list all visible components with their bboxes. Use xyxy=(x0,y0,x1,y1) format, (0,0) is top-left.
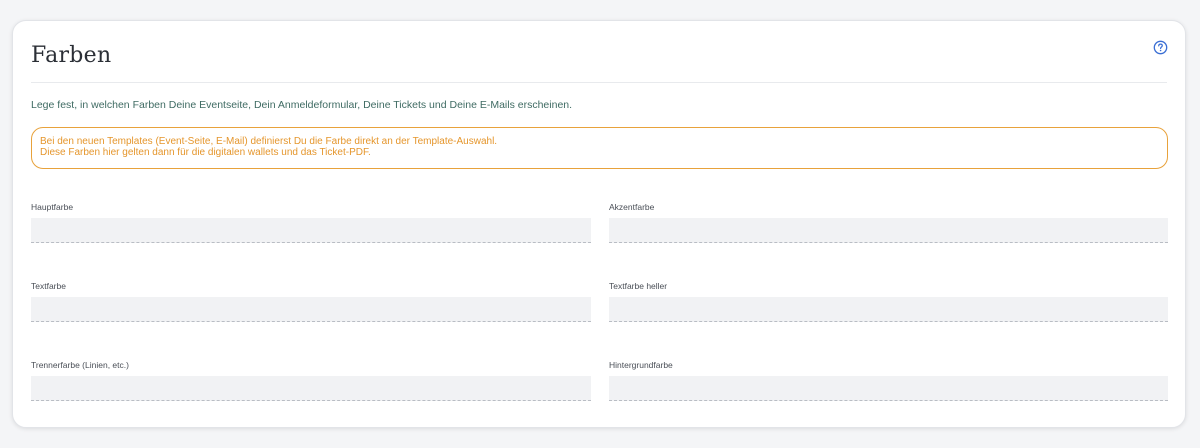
question-circle-icon xyxy=(1153,40,1168,55)
akzentfarbe-label: Akzentfarbe xyxy=(609,202,655,212)
colors-card: Farben Lege fest, in welchen Farben Dein… xyxy=(12,20,1186,428)
notice-line-1: Bei den neuen Templates (Event-Seite, E-… xyxy=(40,136,498,147)
field-textfarbe-heller: Textfarbe heller xyxy=(609,280,1168,322)
notice-line-2: Diese Farben hier gelten dann für die di… xyxy=(40,147,371,158)
field-hauptfarbe: Hauptfarbe xyxy=(31,201,591,243)
textfarbe-heller-label: Textfarbe heller xyxy=(609,281,668,291)
textfarbe-heller-input[interactable] xyxy=(609,297,1168,322)
help-icon[interactable] xyxy=(1153,40,1168,55)
trennerfarbe-label: Trennerfarbe (Linien, etc.) xyxy=(31,360,129,370)
field-textfarbe: Textfarbe xyxy=(31,280,591,322)
title-divider xyxy=(31,82,1167,83)
akzentfarbe-input[interactable] xyxy=(609,218,1168,243)
field-hintergrundfarbe: Hintergrundfarbe xyxy=(609,359,1168,401)
hintergrundfarbe-input[interactable] xyxy=(609,376,1168,401)
intro-text: Lege fest, in welchen Farben Deine Event… xyxy=(31,99,573,111)
hintergrundfarbe-label: Hintergrundfarbe xyxy=(609,360,673,370)
template-notice: Bei den neuen Templates (Event-Seite, E-… xyxy=(31,127,1168,169)
field-trennerfarbe: Trennerfarbe (Linien, etc.) xyxy=(31,359,591,401)
textfarbe-label: Textfarbe xyxy=(31,281,66,291)
textfarbe-input[interactable] xyxy=(31,297,591,322)
trennerfarbe-input[interactable] xyxy=(31,376,591,401)
section-title: Farben xyxy=(31,43,112,68)
hauptfarbe-input[interactable] xyxy=(31,218,591,243)
field-akzentfarbe: Akzentfarbe xyxy=(609,201,1168,243)
hauptfarbe-label: Hauptfarbe xyxy=(31,202,74,212)
